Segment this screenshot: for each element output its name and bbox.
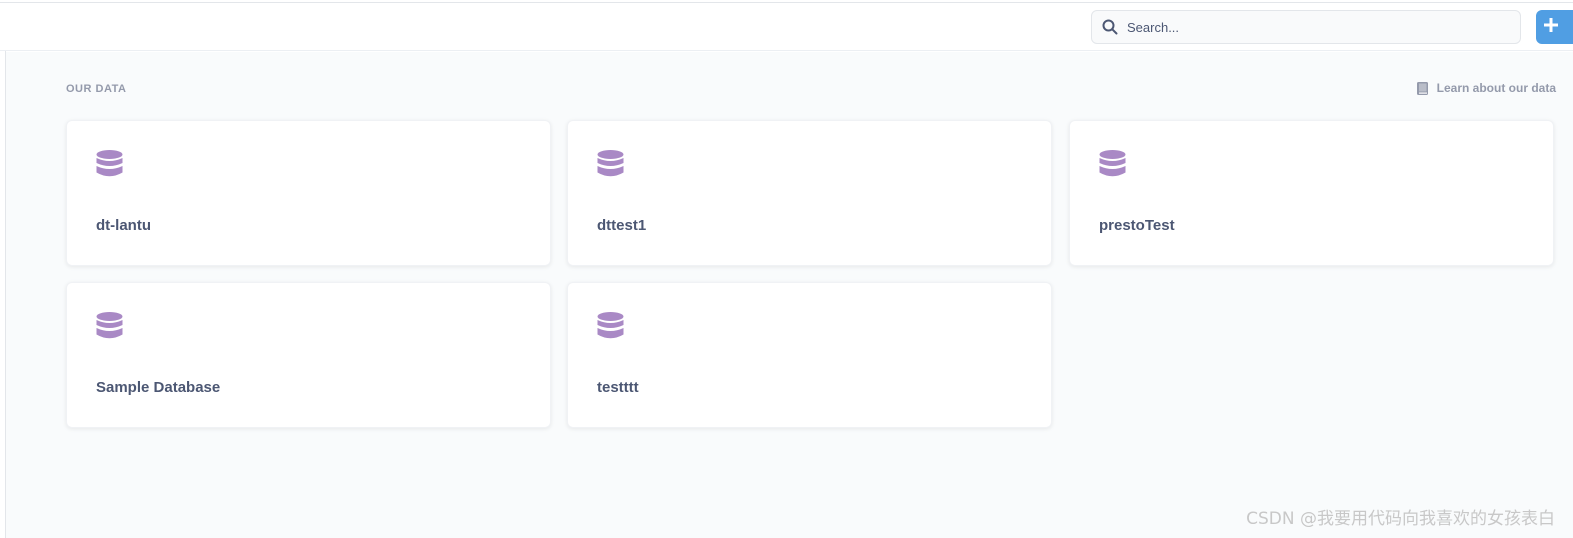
search-input[interactable] [1127,19,1507,35]
database-icon [597,150,624,178]
new-button[interactable] [1536,10,1573,44]
database-card[interactable]: dt-lantu [66,120,551,266]
learn-link-label: Learn about our data [1436,81,1556,95]
database-name: Sample Database [96,379,221,396]
database-name: testttt [597,379,639,396]
top-navbar [0,3,1573,51]
database-card[interactable]: testttt [567,282,1052,428]
database-name: dt-lantu [96,217,151,234]
database-card[interactable]: dttest1 [567,120,1052,266]
database-card[interactable]: prestoTest [1069,120,1554,266]
database-card[interactable]: Sample Database [66,282,551,428]
book-icon [1416,81,1428,95]
plus-icon [1544,17,1558,37]
database-icon [96,150,123,178]
database-name: prestoTest [1099,217,1175,234]
database-icon [1099,150,1126,178]
learn-about-data-link[interactable]: Learn about our data [1416,81,1556,95]
watermark: CSDN @我要用代码向我喜欢的女孩表白 [1246,509,1555,529]
search-box[interactable] [1091,10,1521,44]
section-title: OUR DATA [66,83,127,95]
database-icon [597,312,624,340]
database-icon [96,312,123,340]
search-icon [1101,18,1119,36]
database-name: dttest1 [597,217,647,234]
main-content: OUR DATA Learn about our data dt-lantu d… [6,52,1573,538]
